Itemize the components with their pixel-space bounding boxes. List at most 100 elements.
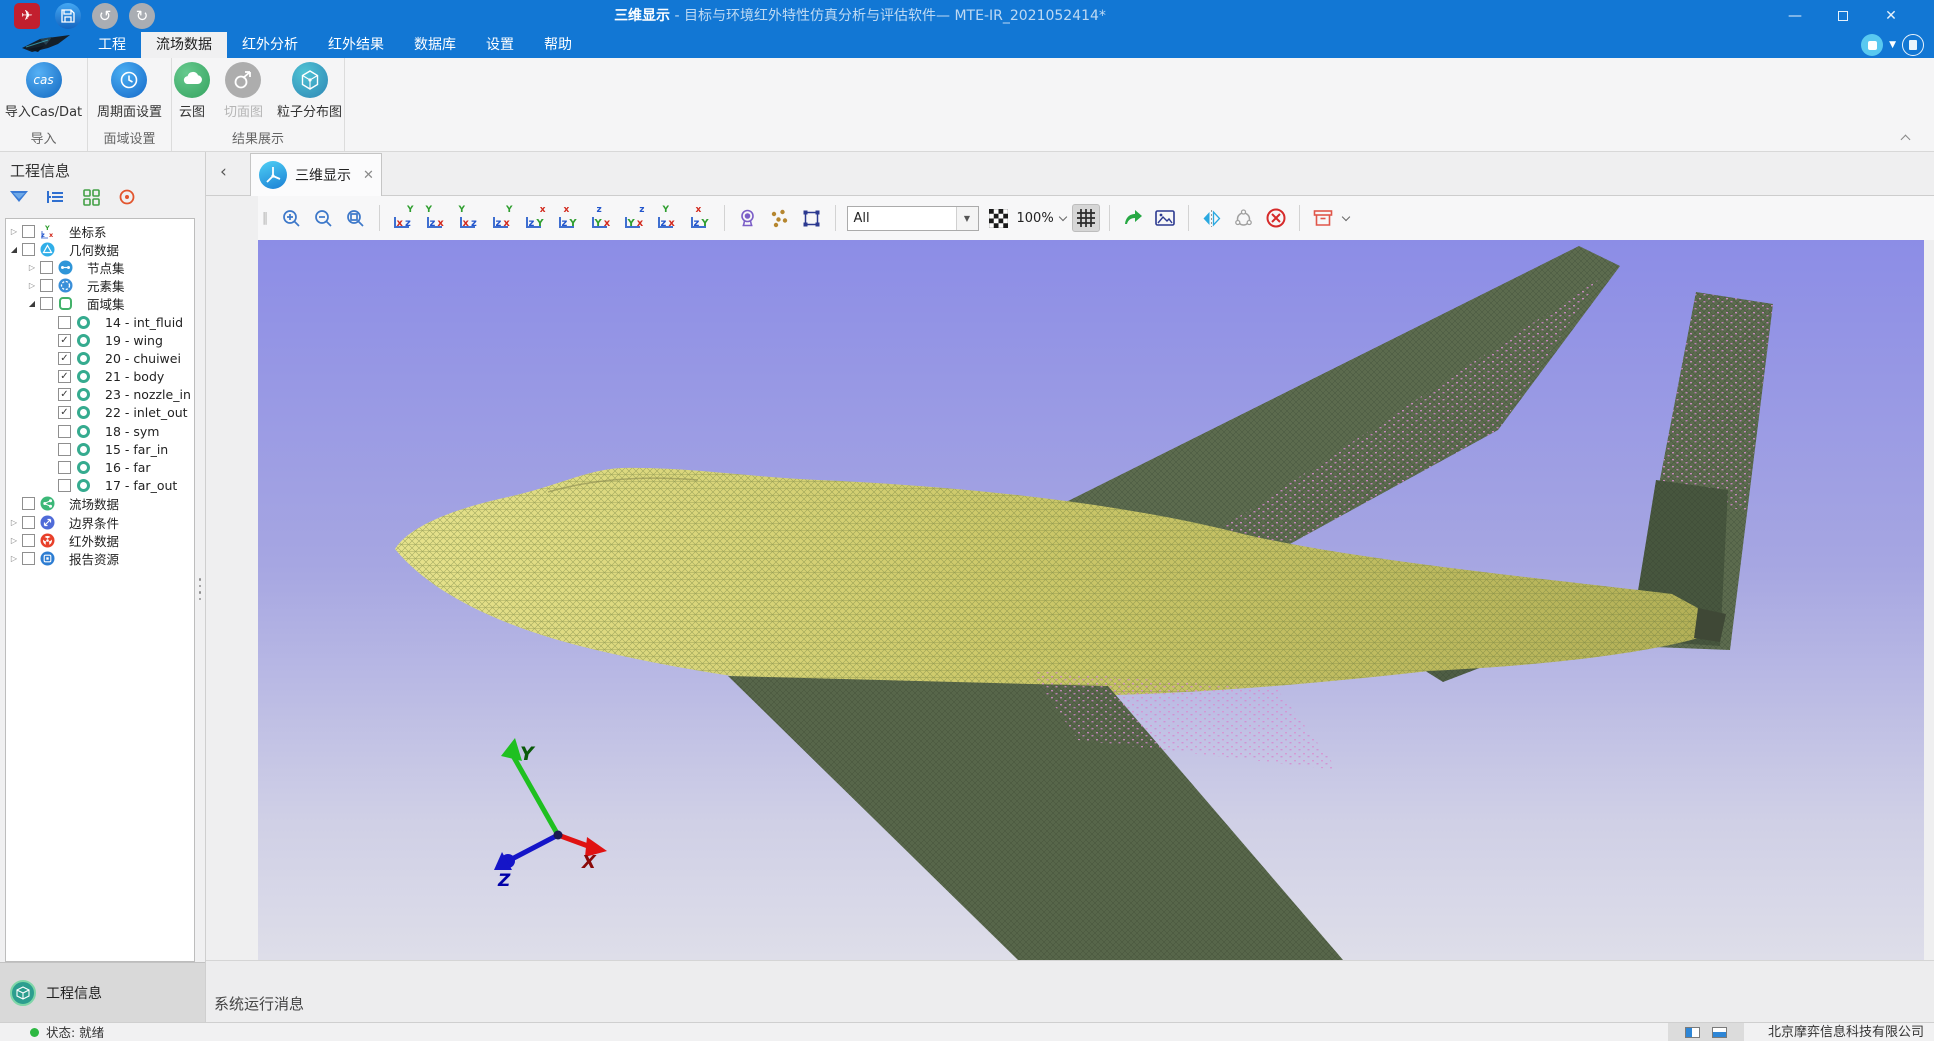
- zoom-caret-icon[interactable]: [1058, 212, 1066, 220]
- tree-item[interactable]: ✓22 - inlet_out: [6, 404, 194, 422]
- tree-checkbox[interactable]: [58, 479, 71, 492]
- tree-item[interactable]: 流场数据: [6, 495, 194, 513]
- tree-checkbox[interactable]: [40, 261, 53, 274]
- zoom-out-button[interactable]: [310, 204, 338, 232]
- tree-item[interactable]: ▷Yzx坐标系: [6, 222, 194, 240]
- tree-item[interactable]: 16 - far: [6, 458, 194, 476]
- tree-checkbox[interactable]: [22, 534, 35, 547]
- list-view-icon[interactable]: [44, 186, 66, 208]
- archive-caret-icon[interactable]: [1341, 212, 1349, 220]
- filter-icon[interactable]: [8, 186, 30, 208]
- ribbon-collapse-button[interactable]: [1902, 133, 1912, 143]
- screenshot-button[interactable]: [1151, 204, 1179, 232]
- expander-icon[interactable]: ▷: [26, 281, 38, 290]
- tree-checkbox[interactable]: [22, 516, 35, 529]
- tree-item[interactable]: ▷红外数据: [6, 531, 194, 549]
- view-orientation-button[interactable]: zxY: [490, 206, 515, 230]
- tree-checkbox[interactable]: ✓: [58, 406, 71, 419]
- toolbar-grip[interactable]: ∥: [262, 211, 270, 226]
- tree-item[interactable]: ✓20 - chuiwei: [6, 349, 194, 367]
- expander-icon[interactable]: ▷: [8, 554, 20, 563]
- view-orientation-button[interactable]: zxY: [655, 206, 680, 230]
- undo-icon[interactable]: ↺: [92, 3, 118, 29]
- tree-checkbox[interactable]: [58, 443, 71, 456]
- view-orientation-button[interactable]: Yxz: [622, 206, 647, 230]
- archive-box-button[interactable]: [1309, 204, 1337, 232]
- expander-icon[interactable]: ▷: [8, 227, 20, 236]
- tree-item[interactable]: 15 - far_in: [6, 440, 194, 458]
- expander-icon[interactable]: ◢: [26, 299, 38, 308]
- ribbon-button-particle[interactable]: 粒子分布图: [273, 62, 346, 120]
- cancel-operation-button[interactable]: [1262, 204, 1290, 232]
- zoom-level-value[interactable]: 100%: [1017, 211, 1054, 226]
- tree-checkbox[interactable]: [22, 243, 35, 256]
- ribbon-button-clock[interactable]: 周期面设置: [93, 62, 166, 120]
- layout-left-toggle-icon[interactable]: [1685, 1027, 1700, 1038]
- menu-item[interactable]: 设置: [471, 32, 529, 58]
- tab-scroll-left-icon[interactable]: ‹: [220, 162, 227, 182]
- chevron-down-icon[interactable]: ▼: [1889, 40, 1896, 50]
- ribbon-button-cas[interactable]: cas导入Cas/Dat: [1, 62, 86, 120]
- probe-camera-button[interactable]: [734, 204, 762, 232]
- tree-checkbox[interactable]: [58, 316, 71, 329]
- close-button[interactable]: ✕: [1868, 0, 1914, 32]
- redo-icon[interactable]: ↻: [129, 3, 155, 29]
- splitter-handle[interactable]: [196, 578, 204, 600]
- view-orientation-button[interactable]: zYx: [688, 206, 713, 230]
- view-orientation-button[interactable]: zYx: [523, 206, 548, 230]
- tree-checkbox[interactable]: [40, 279, 53, 292]
- view-orientation-button[interactable]: Yxz: [589, 206, 614, 230]
- menu-item[interactable]: 帮助: [529, 32, 587, 58]
- tab-3d-display[interactable]: 三维显示 ✕: [250, 153, 382, 196]
- tree-item[interactable]: 14 - int_fluid: [6, 313, 194, 331]
- surface-nodes-button[interactable]: [1230, 204, 1258, 232]
- tree-item[interactable]: ◢面域集: [6, 295, 194, 313]
- panel-bottom-bar[interactable]: 工程信息: [0, 962, 205, 1022]
- tree-item[interactable]: 18 - sym: [6, 422, 194, 440]
- menu-item[interactable]: 红外分析: [227, 32, 313, 58]
- view-orientation-button[interactable]: zYx: [556, 206, 581, 230]
- expander-icon[interactable]: ▷: [8, 536, 20, 545]
- tree-item[interactable]: ▷元素集: [6, 277, 194, 295]
- app-icon[interactable]: ✈: [14, 3, 40, 29]
- viewport-3d-canvas[interactable]: Y X Z: [258, 240, 1924, 960]
- tree-item[interactable]: ✓21 - body: [6, 368, 194, 386]
- zoom-fit-button[interactable]: [342, 204, 370, 232]
- combobox-dropdown-button[interactable]: ▼: [956, 207, 978, 230]
- export-forward-button[interactable]: [1119, 204, 1147, 232]
- show-mesh-button[interactable]: [1072, 204, 1100, 232]
- minimize-button[interactable]: —: [1772, 0, 1818, 32]
- view-orientation-button[interactable]: xzY: [391, 206, 416, 230]
- tree-checkbox[interactable]: [22, 225, 35, 238]
- box-select-button[interactable]: [798, 204, 826, 232]
- tree-checkbox[interactable]: ✓: [58, 334, 71, 347]
- menu-item[interactable]: 数据库: [399, 32, 471, 58]
- tree-item[interactable]: ✓19 - wing: [6, 331, 194, 349]
- save-icon[interactable]: [55, 3, 81, 29]
- tree-checkbox[interactable]: [40, 297, 53, 310]
- view-orientation-button[interactable]: zxY: [424, 206, 449, 230]
- tree-checkbox[interactable]: ✓: [58, 370, 71, 383]
- zoom-in-button[interactable]: [278, 204, 306, 232]
- display-filter-combobox[interactable]: All ▼: [847, 206, 979, 231]
- particles-button[interactable]: [766, 204, 794, 232]
- tree-item[interactable]: 17 - far_out: [6, 477, 194, 495]
- target-icon[interactable]: [116, 186, 138, 208]
- restore-button[interactable]: [1820, 0, 1866, 32]
- run-mode-icon[interactable]: [1861, 34, 1883, 56]
- expander-icon[interactable]: ◢: [8, 245, 20, 254]
- view-orientation-button[interactable]: xzY: [457, 206, 482, 230]
- ribbon-button-cloud[interactable]: 云图: [170, 62, 214, 120]
- grid-view-icon[interactable]: [80, 186, 102, 208]
- tree-checkbox[interactable]: [22, 552, 35, 565]
- tab-close-icon[interactable]: ✕: [363, 168, 374, 183]
- menu-item[interactable]: 流场数据: [141, 32, 227, 58]
- mirror-button[interactable]: [1198, 204, 1226, 232]
- tree-checkbox[interactable]: [58, 425, 71, 438]
- help-book-icon[interactable]: [1902, 34, 1924, 56]
- menu-item[interactable]: 红外结果: [313, 32, 399, 58]
- expander-icon[interactable]: ▷: [26, 263, 38, 272]
- transparency-checker-icon[interactable]: [985, 204, 1013, 232]
- tree-item[interactable]: ◢几何数据: [6, 240, 194, 258]
- layout-bottom-toggle-icon[interactable]: [1712, 1027, 1727, 1038]
